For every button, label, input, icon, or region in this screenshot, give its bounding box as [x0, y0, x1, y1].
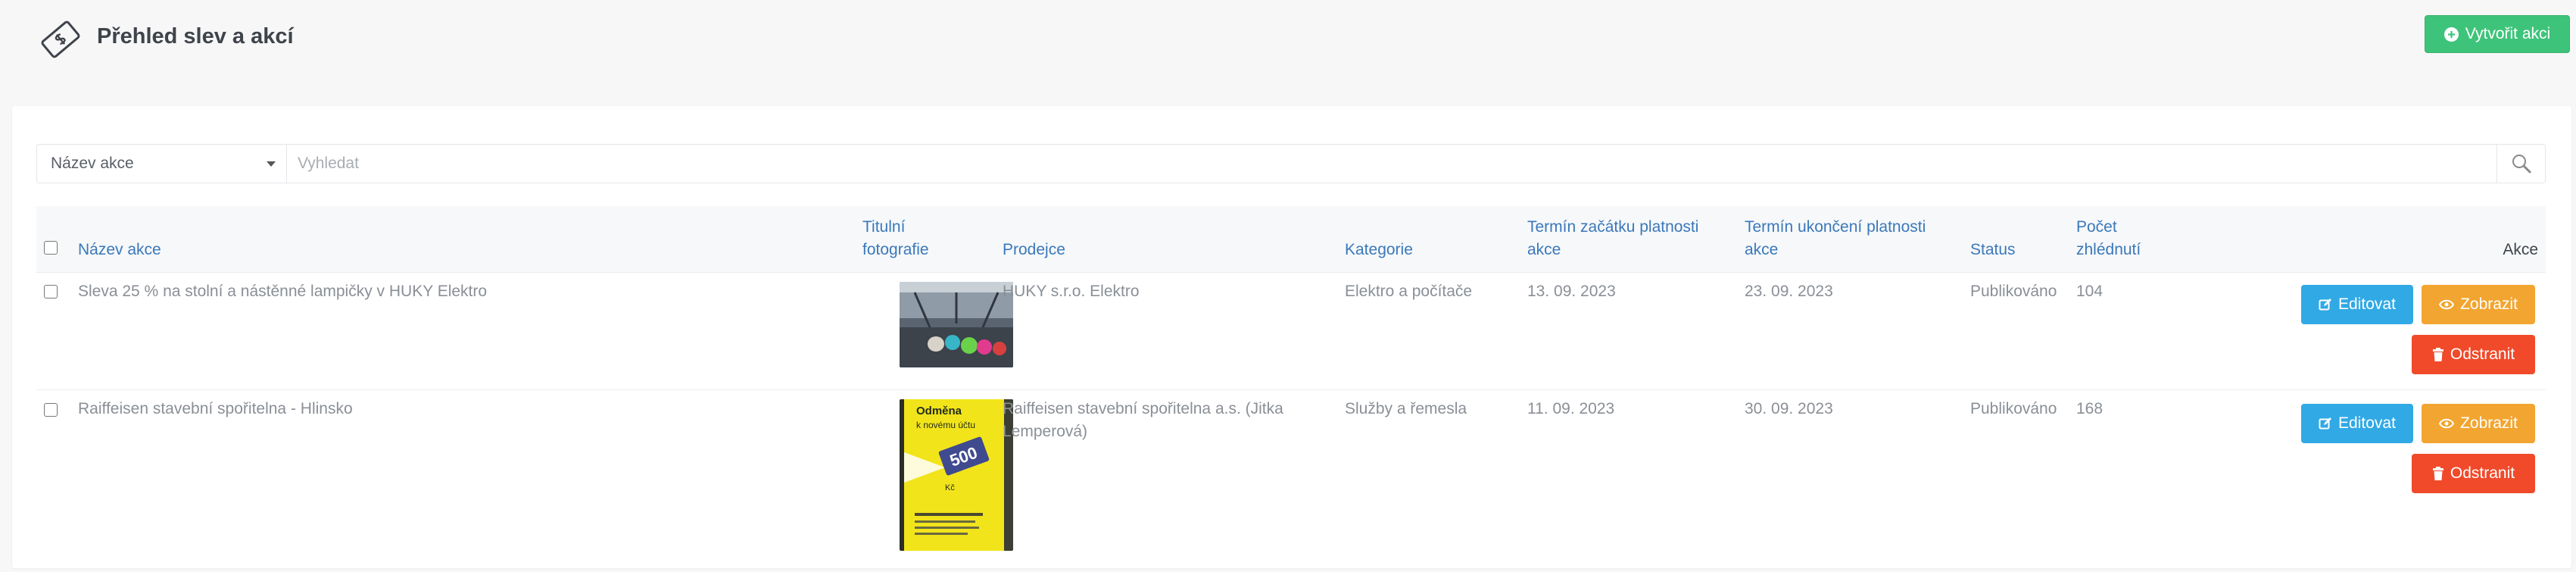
row-views: 104: [2076, 283, 2104, 300]
page-title: Přehled slev a akcí: [97, 24, 294, 48]
row-end-date: 30. 09. 2023: [1745, 400, 1833, 417]
eye-icon: [2439, 418, 2455, 429]
table-row: Sleva 25 % na stolní a nástěnné lampičky…: [36, 273, 2546, 390]
col-header-seller[interactable]: Prodejce: [1003, 239, 1065, 261]
filter-field-select[interactable]: Název akce: [36, 144, 286, 183]
edit-icon: [2319, 417, 2332, 430]
delete-button[interactable]: Odstranit: [2412, 335, 2535, 374]
edit-icon: [2319, 299, 2332, 311]
select-all-checkbox[interactable]: [44, 241, 58, 255]
edit-button[interactable]: Editovat: [2301, 285, 2413, 324]
delete-button[interactable]: Odstranit: [2412, 454, 2535, 493]
product-photo: [900, 282, 1013, 367]
view-button[interactable]: Zobrazit: [2422, 285, 2535, 324]
table-header: Název akce Titulní fotografie Prodejce Ka…: [36, 206, 2546, 273]
row-thumbnail[interactable]: Odměna k novému účtu 500 Kč: [900, 399, 1013, 551]
promo-poster-photo: Odměna k novému účtu 500 Kč: [900, 399, 1013, 551]
row-name[interactable]: Sleva 25 % na stolní a nástěnné lampičky…: [78, 280, 487, 303]
row-views: 168: [2076, 400, 2104, 417]
row-status: Publikováno: [1970, 400, 2057, 417]
poster-line2: k novému účtu: [916, 420, 975, 430]
search-button[interactable]: [2497, 144, 2546, 183]
search-input[interactable]: [286, 144, 2497, 183]
create-action-button[interactable]: Vytvořit akci: [2425, 15, 2570, 53]
row-end-date: 23. 09. 2023: [1745, 283, 1833, 300]
col-header-actions: Akce: [2503, 241, 2538, 258]
row-checkbox[interactable]: [44, 403, 58, 417]
col-header-photo[interactable]: Titulní fotografie: [862, 216, 929, 261]
poster-line3: Kč: [945, 483, 955, 492]
row-name[interactable]: Raiffeisen stavební spořitelna - Hlinsko: [78, 398, 353, 420]
row-start-date: 13. 09. 2023: [1527, 283, 1616, 300]
col-header-name[interactable]: Název akce: [78, 239, 161, 261]
row-thumbnail[interactable]: [900, 282, 1013, 367]
discount-tag-icon: [41, 20, 80, 58]
col-header-start[interactable]: Termín začátku platnosti akce: [1527, 216, 1698, 261]
plus-circle-icon: [2443, 27, 2459, 42]
caret-down-icon: [267, 161, 276, 167]
row-category: Služby a řemesla: [1345, 400, 1467, 417]
search-icon: [2512, 155, 2531, 173]
row-start-date: 11. 09. 2023: [1527, 400, 1615, 417]
row-seller: HUKY s.r.o. Elektro: [1003, 283, 1140, 300]
trash-icon: [2432, 467, 2443, 480]
create-action-label: Vytvořit akci: [2465, 25, 2551, 42]
row-status: Publikováno: [1970, 283, 2057, 300]
edit-button[interactable]: Editovat: [2301, 404, 2413, 443]
table-row: Raiffeisen stavební spořitelna - Hlinsko…: [36, 390, 2546, 572]
col-header-category[interactable]: Kategorie: [1345, 239, 1413, 261]
poster-line1: Odměna: [916, 405, 962, 417]
row-category: Elektro a počítače: [1345, 283, 1473, 300]
col-header-end[interactable]: Termín ukončení platnosti akce: [1745, 216, 1926, 261]
row-checkbox[interactable]: [44, 285, 58, 299]
col-header-status[interactable]: Status: [1970, 239, 2016, 261]
view-button[interactable]: Zobrazit: [2422, 404, 2535, 443]
col-header-views[interactable]: Počet zhlédnutí: [2076, 216, 2141, 261]
eye-icon: [2439, 299, 2455, 310]
trash-icon: [2432, 348, 2443, 361]
filter-field-value: Název akce: [51, 155, 134, 172]
row-seller: Raiffeisen stavební spořitelna a.s. (Jit…: [1003, 400, 1283, 440]
page-header: Přehled slev a akcí Vytvořit akci: [0, 0, 2576, 106]
